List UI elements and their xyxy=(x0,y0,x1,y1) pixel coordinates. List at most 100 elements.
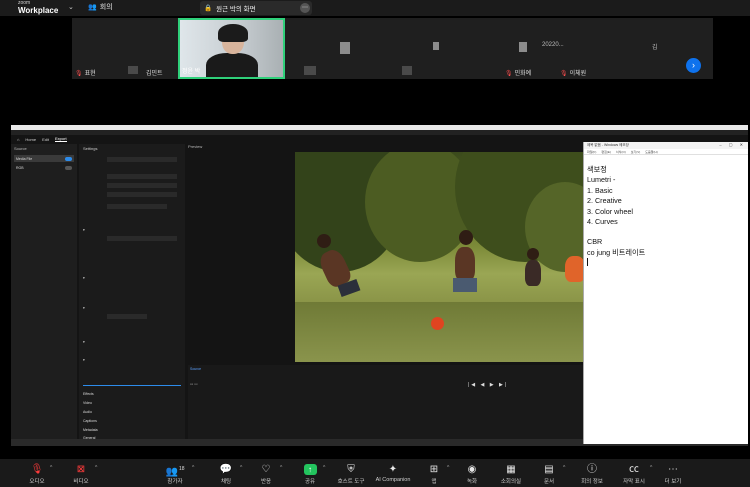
participant-strip: 🎙 표현 김민트 정윤 박 20220... 김 🎙 민화예 🎙 이체원 › xyxy=(72,18,713,79)
participant-tile[interactable]: 20220... xyxy=(397,18,564,79)
meeting-toolbar: 🎙 오디오 ^ ⊠ 비디오 ^ 👥18 참가자 ^ 💬 채팅 ^ ♡ 반응 ^ … xyxy=(0,459,750,487)
chevron-up-icon[interactable]: ^ xyxy=(323,465,325,471)
window-controls[interactable]: ‒ ▢ ✕ xyxy=(719,142,746,147)
participant-name: 정윤 박 xyxy=(182,69,201,75)
video-button[interactable]: ⊠ 비디오 xyxy=(56,463,106,485)
blurred-avatar xyxy=(128,66,138,74)
participant-name: 김 xyxy=(652,45,658,51)
settings-row xyxy=(83,192,181,198)
reaction-button[interactable]: ♡ 반응 xyxy=(241,463,291,485)
participant-name: 민화예 xyxy=(514,71,532,77)
participant-tile[interactable]: 김민트 xyxy=(122,18,174,79)
notepad-menu-format[interactable]: 서식(O) xyxy=(616,150,626,154)
mic-muted-icon: 🎙 xyxy=(30,464,44,475)
video-preview xyxy=(295,152,585,362)
active-speaker-video[interactable]: 정윤 박 xyxy=(178,18,285,79)
participants-icon: 👥 xyxy=(165,466,178,478)
participants-label: 참가자 xyxy=(167,479,183,485)
participant-count: 18 xyxy=(178,466,185,472)
notepad-menu-help[interactable]: 도움말(H) xyxy=(645,150,657,154)
lock-icon: 🔒 xyxy=(204,5,213,12)
note-line xyxy=(587,227,745,237)
settings-section-captions[interactable]: Captions xyxy=(83,419,97,423)
more-options-icon[interactable]: ⋯ xyxy=(300,3,310,13)
blurred-avatar xyxy=(304,66,316,75)
audio-label: 오디오 xyxy=(29,479,45,485)
settings-row xyxy=(83,204,181,210)
notepad-menu-file[interactable]: 파일(F) xyxy=(587,150,596,154)
notepad-menu-view[interactable]: 보기(V) xyxy=(631,150,641,154)
meeting-people-icon: 👥 xyxy=(88,4,97,11)
note-line: 2. Creative xyxy=(587,196,622,206)
field xyxy=(295,302,585,362)
meeting-tab[interactable]: 👥 회의 xyxy=(88,2,113,12)
playback-controls[interactable]: |◀ ◀ ▶ ▶| xyxy=(468,382,508,388)
participant-tile[interactable]: 🎙 민화예 🎙 이체원 xyxy=(502,18,642,79)
settings-row xyxy=(83,314,181,320)
media-item: RGB xyxy=(14,164,74,171)
settings-section-audio[interactable]: Audio xyxy=(83,410,92,414)
more-icon: ⋯ xyxy=(668,464,678,475)
settings-section-metadata[interactable]: Metadata xyxy=(83,428,98,432)
export-settings-panel: Settings ▾ ▾ ▾ ▾ ▾ Effects Video Audio C… xyxy=(79,144,185,440)
player xyxy=(565,256,585,282)
settings-section-header: ▾ xyxy=(83,340,85,344)
toggle-switch xyxy=(65,156,72,161)
meeting-tab-label: 회의 xyxy=(99,4,113,11)
screen-share-indicator[interactable]: 🔒 원근 박의 화면 ⋯ xyxy=(200,1,312,15)
mic-muted-icon: 🎙 xyxy=(560,71,568,77)
speaker-body xyxy=(206,53,258,77)
timeline-row: ▭ ▭ xyxy=(190,382,198,386)
chevron-up-icon[interactable]: ^ xyxy=(50,465,52,471)
chevron-up-icon[interactable]: ^ xyxy=(192,465,194,471)
shared-menubar xyxy=(11,130,748,135)
note-line: Lumetri - xyxy=(587,175,616,185)
editor-tabs: ⌂ Home Edit Export xyxy=(17,135,67,143)
chevron-up-icon[interactable]: ^ xyxy=(95,465,97,471)
chevron-up-icon[interactable]: ^ xyxy=(280,465,282,471)
shared-screen: ⌂ Home Edit Export Source Media File RGB… xyxy=(11,125,748,446)
settings-row xyxy=(83,260,181,266)
blurred-avatar xyxy=(340,42,350,54)
audio-button[interactable]: 🎙 오디오 xyxy=(12,463,62,485)
note-line: 1. Basic xyxy=(587,185,613,195)
participant-name: 김민트 xyxy=(146,71,163,77)
source-panel: Source Media File RGB xyxy=(11,144,77,439)
top-bar: zoom Workplace ⌄ 👥 회의 🔒 원근 박의 화면 ⋯ xyxy=(0,0,750,16)
settings-section-effects[interactable]: Effects xyxy=(83,392,94,396)
chevron-up-icon[interactable]: ^ xyxy=(563,465,565,471)
settings-row xyxy=(83,164,181,170)
preview-label: Preview xyxy=(188,144,203,149)
note-line: co jung 비트레이트 xyxy=(587,247,646,257)
settings-row xyxy=(83,248,181,254)
settings-row xyxy=(83,174,181,180)
notepad-text-area[interactable]: 색보정 Lumetri - 1. Basic 2. Creative 3. Co… xyxy=(584,155,748,270)
mic-muted-icon: 🎙 xyxy=(505,71,513,77)
chevron-down-icon[interactable]: ⌄ xyxy=(68,3,74,11)
reaction-label: 반응 xyxy=(260,479,272,485)
note-line: 4. Curves xyxy=(587,217,618,227)
settings-row xyxy=(83,292,181,298)
speaker-hair xyxy=(218,24,248,42)
participant-name: 이체원 xyxy=(569,71,587,77)
settings-section-video[interactable]: Video xyxy=(83,401,92,405)
notepad-menu-edit[interactable]: 편집(E) xyxy=(601,150,611,154)
participant-tile[interactable]: 🎙 표현 xyxy=(72,18,120,79)
participant-tile[interactable] xyxy=(292,18,392,79)
next-page-button[interactable]: › xyxy=(686,58,701,73)
share-label: 원근 박의 화면 xyxy=(216,6,256,13)
soccer-ball xyxy=(431,317,444,330)
settings-row xyxy=(83,157,181,163)
media-item-label: RGB xyxy=(16,165,24,170)
settings-section-header: ▾ xyxy=(83,228,85,232)
source-header: Source xyxy=(14,146,27,151)
notepad-window: 제목 없음 - Windows 메모장 ‒ ▢ ✕ 파일(F) 편집(E) 서식… xyxy=(583,142,748,444)
player xyxy=(455,247,475,281)
video-label: 비디오 xyxy=(73,479,89,485)
brand-bottom: Workplace xyxy=(18,6,59,15)
timeline-area: Source ▭ ▭ |◀ ◀ ▶ ▶| xyxy=(188,365,594,439)
more-button[interactable]: ⋯ 더 보기 xyxy=(648,463,698,485)
settings-divider xyxy=(83,385,181,386)
chevron-right-icon: › xyxy=(692,60,695,70)
settings-section-header: ▾ xyxy=(83,358,85,362)
